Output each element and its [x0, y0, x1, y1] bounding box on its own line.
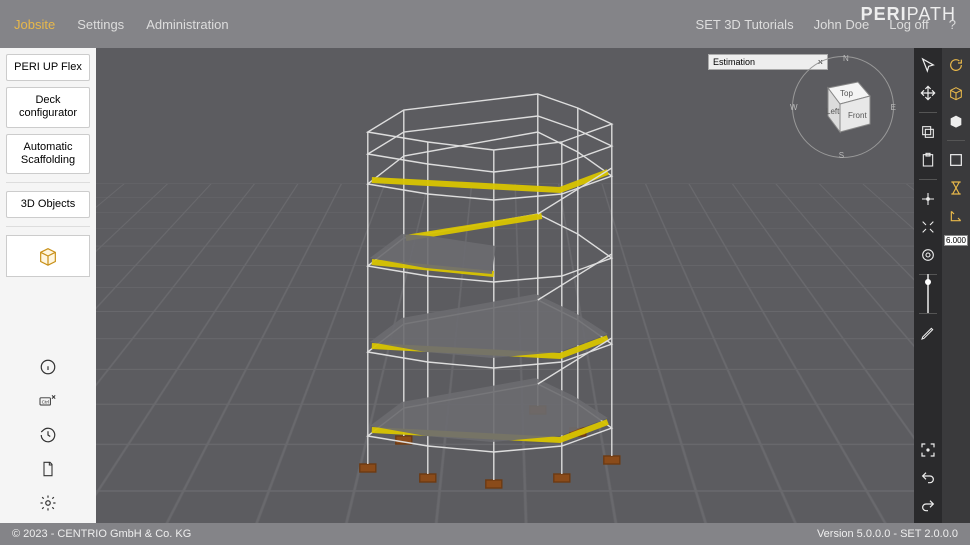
left-sidebar: PERI UP Flex Deck configurator Automatic…: [0, 48, 96, 523]
ctrl-close-icon[interactable]: Ctrl: [6, 387, 90, 415]
move-icon[interactable]: [919, 84, 937, 102]
settings-icon[interactable]: [6, 489, 90, 517]
cursor-icon[interactable]: [919, 56, 937, 74]
copy-icon[interactable]: [919, 123, 937, 141]
btn-3d-objects[interactable]: 3D Objects: [6, 191, 90, 218]
btn-peri-up-flex[interactable]: PERI UP Flex: [6, 54, 90, 81]
target-icon[interactable]: [919, 246, 937, 264]
nav-settings[interactable]: Settings: [77, 17, 124, 32]
navigate-icon[interactable]: [919, 190, 937, 208]
rotate-icon[interactable]: [947, 56, 965, 74]
document-icon[interactable]: [6, 455, 90, 483]
footer-version: Version 5.0.0.0 - SET 2.0.0.0: [817, 528, 958, 540]
nav-tutorials[interactable]: SET 3D Tutorials: [696, 17, 794, 32]
top-bar: PERIPATH Jobsite Settings Administration…: [0, 0, 970, 48]
hourglass-icon[interactable]: [947, 179, 965, 197]
focus-icon[interactable]: [919, 441, 937, 459]
box-icon[interactable]: [947, 84, 965, 102]
solid-box-icon[interactable]: [947, 112, 965, 130]
history-icon[interactable]: [6, 421, 90, 449]
brand-logo: PERIPATH: [861, 4, 956, 25]
info-icon[interactable]: [6, 353, 90, 381]
dimension-icon[interactable]: [947, 207, 965, 225]
btn-transparent-cube[interactable]: [6, 235, 90, 277]
paste-icon[interactable]: [919, 151, 937, 169]
expand-icon[interactable]: [919, 218, 937, 236]
nav-administration[interactable]: Administration: [146, 17, 228, 32]
btn-automatic-scaffolding[interactable]: Automatic Scaffolding: [6, 134, 90, 174]
redo-icon[interactable]: [919, 497, 937, 515]
compass-w: W: [790, 103, 798, 112]
right-toolbar-outer: [942, 48, 970, 523]
right-toolbar-inner: [914, 48, 942, 523]
pencil-icon[interactable]: [919, 324, 937, 342]
btn-deck-configurator[interactable]: Deck configurator: [6, 87, 90, 127]
frame-icon[interactable]: [947, 151, 965, 169]
slider-icon[interactable]: [919, 285, 937, 303]
undo-icon[interactable]: [919, 469, 937, 487]
footer-copyright: © 2023 - CENTRIO GmbH & Co. KG: [12, 528, 191, 540]
measure-input[interactable]: [944, 235, 968, 246]
compass-n: N: [843, 54, 849, 63]
footer-bar: © 2023 - CENTRIO GmbH & Co. KG Version 5…: [0, 523, 970, 545]
compass-s: S: [839, 151, 844, 160]
nav-jobsite[interactable]: Jobsite: [14, 17, 55, 32]
compass-e: E: [891, 103, 896, 112]
scaffold-model: [270, 76, 690, 496]
svg-text:Ctrl: Ctrl: [42, 399, 49, 405]
3d-viewport[interactable]: Estimation × Top Front Left N S E: [96, 48, 914, 523]
popup-title: Estimation: [713, 57, 755, 67]
view-cube[interactable]: Top Front Left N S E W: [808, 72, 878, 142]
